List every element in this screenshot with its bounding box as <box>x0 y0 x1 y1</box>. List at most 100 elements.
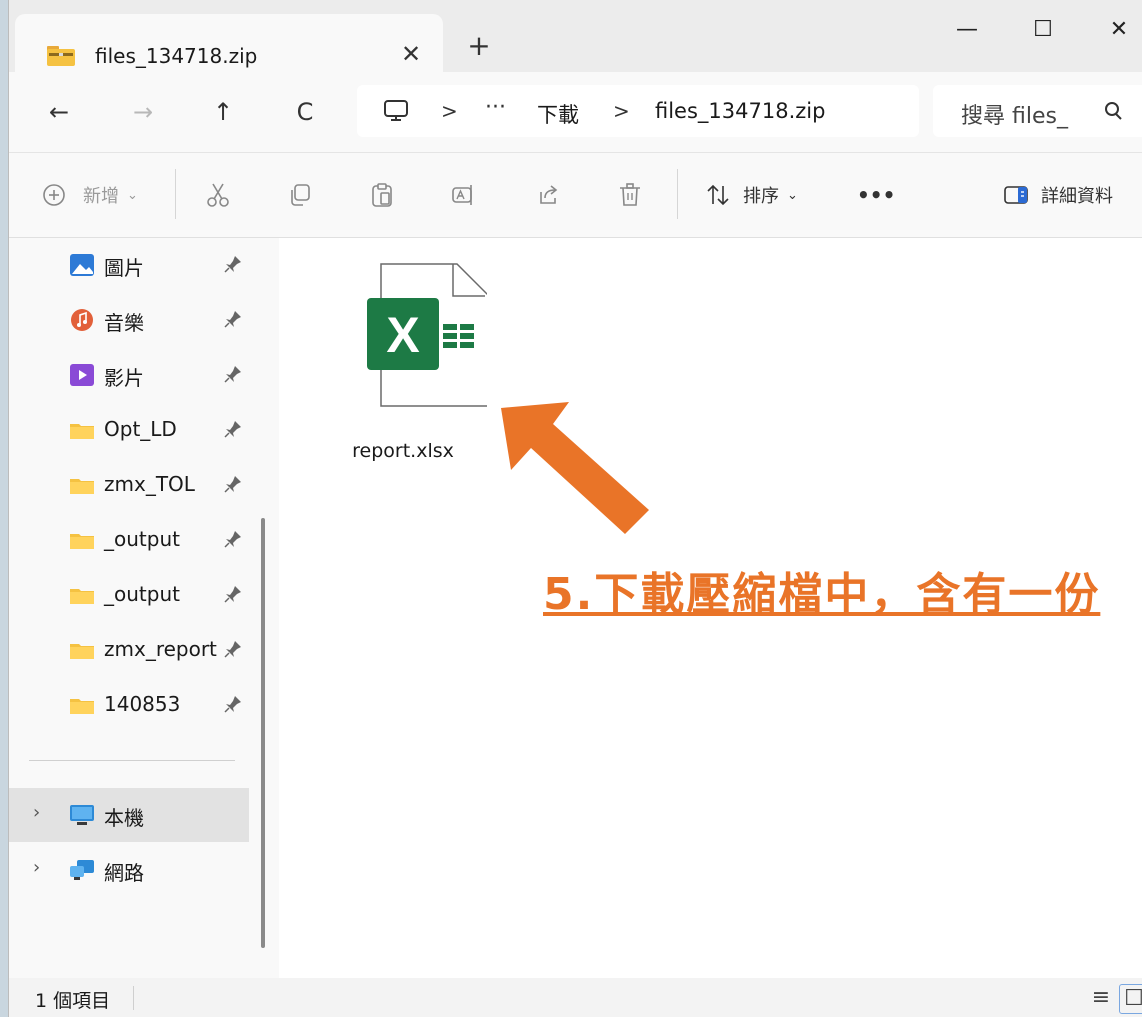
sort-label: 排序 <box>743 186 779 207</box>
pin-icon[interactable] <box>223 529 243 551</box>
divider <box>29 760 235 761</box>
more-options-button[interactable]: ••• <box>857 177 895 213</box>
sidebar-item-music[interactable]: 音樂 <box>9 293 249 347</box>
copy-icon <box>291 184 310 206</box>
file-name: report.xlsx <box>352 440 454 462</box>
videos-icon <box>70 364 94 386</box>
sidebar-item-label: 140853 <box>104 692 181 716</box>
sidebar-item-label: 網路 <box>104 861 144 885</box>
details-pane-icon <box>1004 186 1028 204</box>
annotation-text: 5.下載壓縮檔中，含有一份 <box>543 569 1101 620</box>
search-icon <box>1105 102 1122 120</box>
annotation-arrow-icon <box>501 402 649 534</box>
sidebar-item-network[interactable]: › 網路 <box>9 843 249 897</box>
back-button[interactable]: ← <box>39 92 79 132</box>
copy-button[interactable] <box>287 177 313 213</box>
chevron-down-icon: ⌄ <box>787 187 798 203</box>
maximize-button[interactable]: ☐ <box>1015 10 1071 54</box>
navigation-pane: 圖片 音樂 影片 Opt_LD zmx_TOL _output _output … <box>9 238 279 978</box>
pin-icon[interactable] <box>223 254 243 276</box>
pin-icon[interactable] <box>223 309 243 331</box>
breadcrumb-downloads[interactable]: 下載 <box>537 99 579 129</box>
new-tab-button[interactable]: + <box>461 28 497 64</box>
search-box[interactable]: 搜尋 files_ <box>933 85 1142 137</box>
sidebar-scrollbar[interactable] <box>261 518 265 948</box>
pin-icon[interactable] <box>223 419 243 441</box>
rename-icon <box>452 185 472 205</box>
sidebar-item-videos[interactable]: 影片 <box>9 348 249 402</box>
monitor-icon <box>384 100 408 121</box>
file-item[interactable]: X report.xlsx <box>319 258 490 462</box>
sidebar-item-zmx-report[interactable]: zmx_report <box>9 623 249 677</box>
divider <box>133 986 134 1010</box>
chevron-down-icon: ⌄ <box>127 187 138 203</box>
sort-icon <box>707 184 729 206</box>
zip-folder-icon <box>47 46 75 66</box>
tab-close-icon[interactable]: ✕ <box>395 36 427 72</box>
sidebar-item-output[interactable]: _output <box>9 568 249 622</box>
status-bar: 1 個項目 ≡ ☐ <box>9 978 1142 1017</box>
chevron-right-icon[interactable]: › <box>33 802 40 823</box>
scissors-icon <box>207 183 229 207</box>
divider <box>175 169 176 219</box>
cut-button[interactable] <box>205 177 231 213</box>
minimize-button[interactable]: — <box>939 10 995 54</box>
excel-file-icon: X <box>367 263 490 407</box>
sidebar-item-label: 本機 <box>104 806 144 830</box>
search-placeholder: 搜尋 files_ <box>961 104 1068 129</box>
sidebar-item-this-pc[interactable]: › 本機 <box>9 788 249 842</box>
breadcrumb-separator[interactable]: > <box>613 99 630 123</box>
sidebar-item-label: Opt_LD <box>104 417 177 441</box>
pin-icon[interactable] <box>223 584 243 606</box>
svg-text:X: X <box>386 307 419 363</box>
folder-icon <box>70 589 94 604</box>
address-bar[interactable]: > ··· 下載 > files_134718.zip <box>357 85 919 137</box>
divider <box>677 169 678 219</box>
sidebar-item-pictures[interactable]: 圖片 <box>9 238 249 292</box>
sidebar-item-label: 音樂 <box>104 311 144 335</box>
delete-button[interactable] <box>617 177 643 213</box>
file-list-pane: X report.xlsx 5.下載壓縮檔中，含有一份 <box>279 238 1142 978</box>
pin-icon[interactable] <box>223 694 243 716</box>
file-explorer-window: files_134718.zip ✕ + — ☐ ✕ ← → ↑ C > ···… <box>8 0 1142 1017</box>
details-view-button[interactable]: ≡ <box>1087 984 1115 1012</box>
folder-icon <box>70 534 94 549</box>
sidebar-item-opt-ld[interactable]: Opt_LD <box>9 403 249 457</box>
breadcrumb-separator[interactable]: > <box>441 99 458 123</box>
sidebar-item-label: _output <box>104 582 180 606</box>
forward-button[interactable]: → <box>123 92 163 132</box>
chevron-right-icon[interactable]: › <box>33 857 40 878</box>
pin-icon[interactable] <box>223 639 243 661</box>
sidebar-item-zmx-tol[interactable]: zmx_TOL <box>9 458 249 512</box>
refresh-button[interactable]: C <box>285 92 325 132</box>
sidebar-item-output[interactable]: _output <box>9 513 249 567</box>
tab-title: files_134718.zip <box>95 44 258 68</box>
new-button[interactable]: 新增 ⌄ <box>41 177 138 213</box>
folder-icon <box>70 479 94 494</box>
share-button[interactable] <box>535 177 561 213</box>
pin-icon[interactable] <box>223 364 243 386</box>
clipboard-icon <box>372 183 392 207</box>
sidebar-item-label: zmx_report <box>104 637 217 661</box>
paste-button[interactable] <box>369 177 395 213</box>
folder-icon <box>70 644 94 659</box>
details-label: 詳細資料 <box>1041 186 1113 207</box>
sidebar-item-140853[interactable]: 140853 <box>9 678 249 732</box>
pin-icon[interactable] <box>223 474 243 496</box>
tiles-view-button[interactable]: ☐ <box>1119 984 1142 1014</box>
breadcrumb-overflow[interactable]: ··· <box>485 95 506 120</box>
pictures-icon <box>70 254 94 276</box>
command-bar: 新增 ⌄ 排序 ⌄ ••• 詳細資料 <box>9 153 1142 238</box>
sidebar-item-label: zmx_TOL <box>104 472 195 496</box>
rename-button[interactable] <box>451 177 477 213</box>
folder-icon <box>70 424 94 439</box>
details-pane-button[interactable]: 詳細資料 <box>1003 177 1113 213</box>
close-window-button[interactable]: ✕ <box>1091 10 1142 54</box>
sort-button[interactable]: 排序 ⌄ <box>705 177 798 213</box>
plus-circle-icon <box>43 184 65 206</box>
up-button[interactable]: ↑ <box>203 92 243 132</box>
breadcrumb-zip[interactable]: files_134718.zip <box>655 99 825 123</box>
new-label: 新增 <box>83 186 119 207</box>
music-icon <box>71 309 93 331</box>
share-icon <box>540 185 558 204</box>
